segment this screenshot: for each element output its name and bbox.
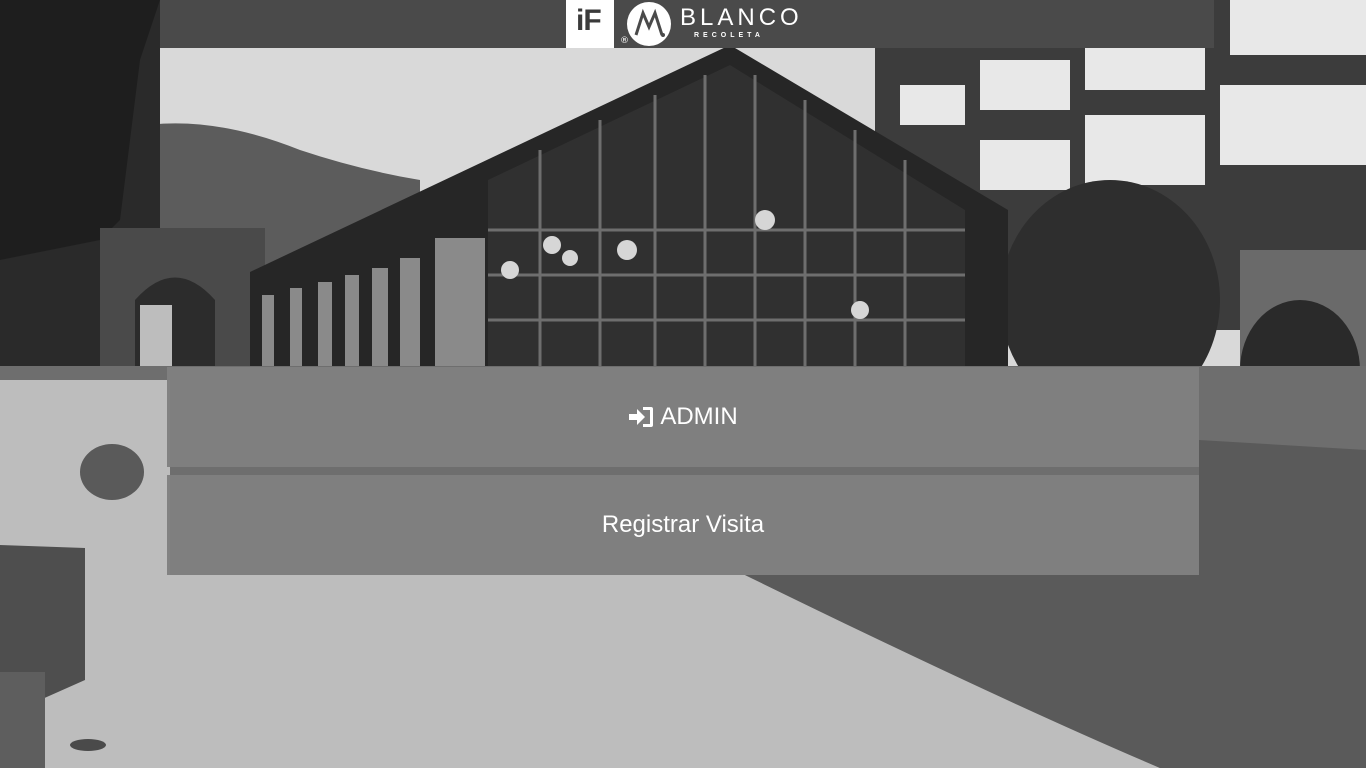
m-logo-icon — [627, 2, 671, 46]
if-logo: iF — [566, 0, 614, 48]
brand-name: BLANCO — [680, 4, 803, 31]
login-screen: iF ® BLANCO RECOLETA ADMIN Registrar Vis… — [0, 0, 1366, 768]
register-visit-label: Registrar Visita — [601, 511, 765, 538]
brand-logo: iF ® BLANCO RECOLETA — [566, 0, 799, 48]
brand-subtitle: RECOLETA — [694, 32, 764, 39]
admin-button[interactable]: ADMIN — [167, 367, 1199, 467]
if-logo-text: iF — [576, 4, 602, 37]
admin-button-label: ADMIN — [660, 403, 738, 430]
register-visit-button[interactable]: Registrar Visita — [167, 475, 1199, 575]
sign-in-icon — [629, 407, 654, 427]
